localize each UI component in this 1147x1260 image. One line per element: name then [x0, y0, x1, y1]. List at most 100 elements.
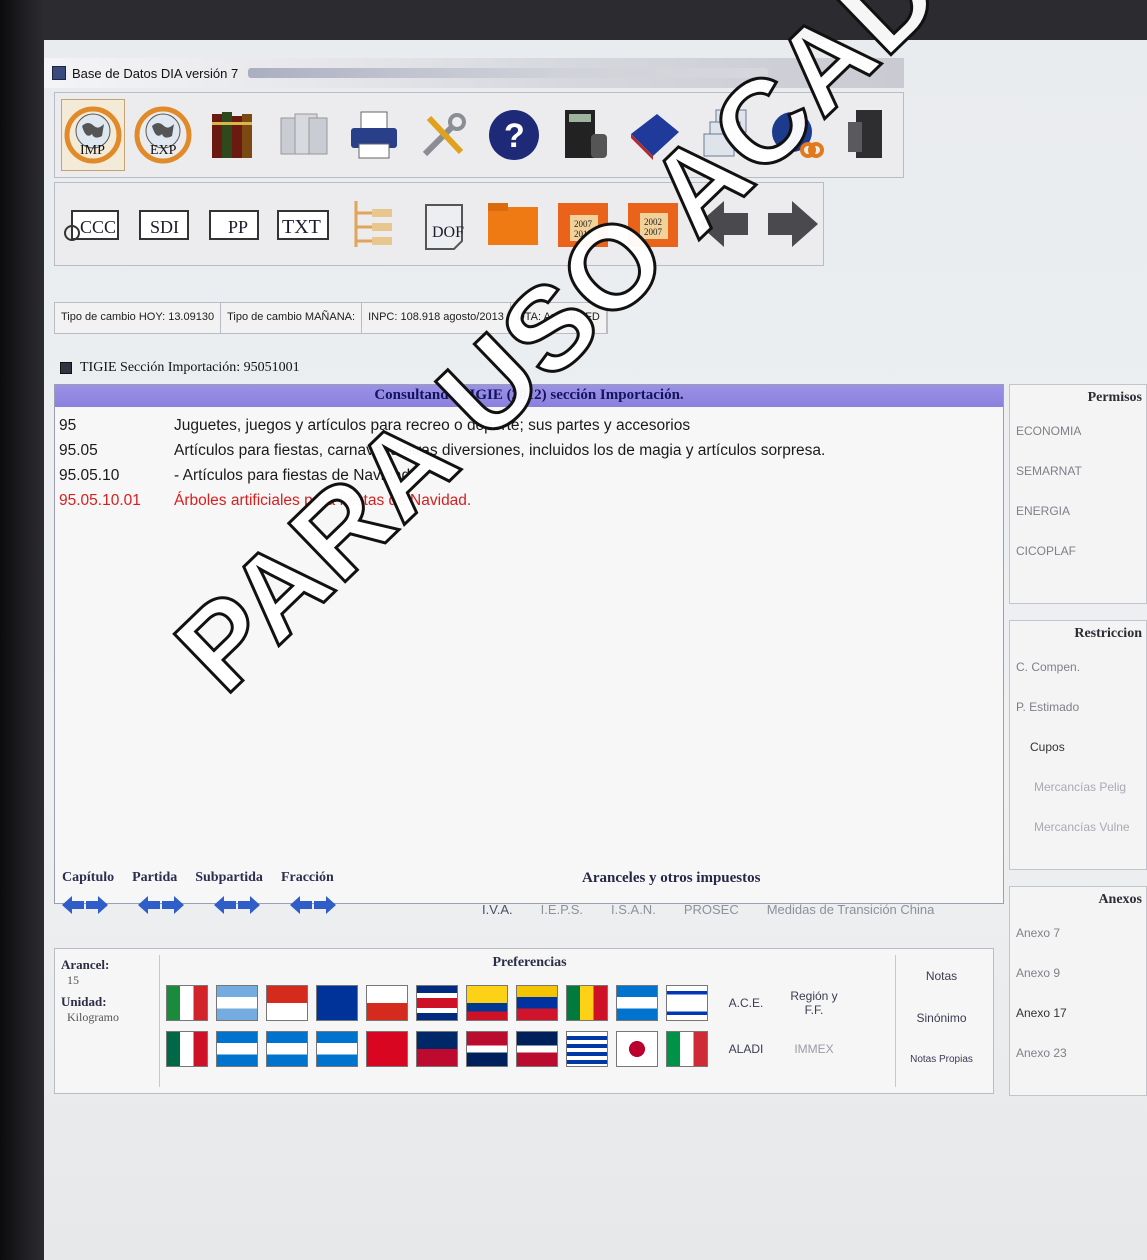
- sinonimo-button[interactable]: Sinónimo: [896, 997, 987, 1039]
- right-arrow-icon[interactable]: [86, 896, 108, 914]
- notas-propias-button[interactable]: Notas Propias: [896, 1039, 987, 1081]
- export-globe-icon: EXP: [134, 106, 192, 164]
- anexo-17[interactable]: Anexo 17: [1010, 993, 1146, 1033]
- notas-box: Notas Sinónimo Notas Propias: [895, 955, 987, 1087]
- flag-icon[interactable]: [516, 1031, 558, 1067]
- aladi-button[interactable]: ALADI: [716, 1042, 776, 1056]
- flag-icon[interactable]: [266, 1031, 308, 1067]
- flag-row-1: A.C.E. Región y F.F.: [160, 985, 899, 1021]
- restriccion-p-estimado[interactable]: P. Estimado: [1010, 687, 1146, 727]
- flag-icon[interactable]: [316, 985, 358, 1021]
- left-arrow-icon[interactable]: [290, 896, 312, 914]
- flag-icon[interactable]: [316, 1031, 358, 1067]
- sdi-button[interactable]: SDI: [131, 188, 195, 260]
- calculator-button[interactable]: [552, 99, 616, 171]
- app-icon: [52, 66, 66, 80]
- immex-button[interactable]: IMMEX: [784, 1042, 844, 1056]
- flag-icon[interactable]: [616, 1031, 658, 1067]
- flag-row-2: ALADI IMMEX: [160, 1031, 899, 1067]
- books-icon: [212, 112, 253, 158]
- region-ff-button[interactable]: Región y F.F.: [784, 989, 844, 1017]
- flag-icon[interactable]: [666, 985, 708, 1021]
- list-item-selected[interactable]: 95.05.10.01 Árboles artificiales para fi…: [59, 488, 1003, 513]
- printer-icon: [350, 111, 397, 159]
- import-button[interactable]: IMP: [61, 99, 126, 171]
- tools-button[interactable]: [412, 99, 476, 171]
- restriccion-mercancias-vulnerables[interactable]: Mercancías Vulne: [1010, 807, 1146, 847]
- tree-button[interactable]: [341, 188, 405, 260]
- flag-icon[interactable]: [366, 1031, 408, 1067]
- fraccion-arrows: [290, 896, 336, 914]
- permiso-cicoplaf[interactable]: CICOPLAF: [1010, 531, 1146, 571]
- ccc-button[interactable]: CCC: [61, 188, 125, 260]
- left-arrow-icon[interactable]: [138, 896, 160, 914]
- svg-text:?: ?: [504, 117, 525, 155]
- navigation-arrows: [62, 896, 336, 914]
- ace-button[interactable]: A.C.E.: [716, 996, 776, 1010]
- export-button[interactable]: EXP: [131, 99, 195, 171]
- flag-icon[interactable]: [616, 985, 658, 1021]
- window-icon: [60, 362, 72, 374]
- restriccion-cupos[interactable]: Cupos: [1010, 727, 1146, 767]
- flag-icon[interactable]: [566, 1031, 608, 1067]
- prosec-button[interactable]: PROSEC: [684, 902, 739, 917]
- permiso-economia[interactable]: ECONOMIA: [1010, 411, 1146, 451]
- documents-button[interactable]: [272, 99, 336, 171]
- anexo-7[interactable]: Anexo 7: [1010, 913, 1146, 953]
- navigation-panel: Capítulo Partida Subpartida Fracción Ara…: [62, 870, 1002, 940]
- anexos-panel: Anexos Anexo 7 Anexo 9 Anexo 17 Anexo 23: [1009, 886, 1147, 1096]
- flag-icon[interactable]: [416, 985, 458, 1021]
- ieps-button[interactable]: I.E.P.S.: [541, 902, 583, 917]
- list-item[interactable]: 95.05 Artículos para fiestas, carnaval u…: [59, 438, 1003, 463]
- flag-icon[interactable]: [166, 985, 208, 1021]
- help-button[interactable]: ?: [482, 99, 546, 171]
- svg-text:IMP: IMP: [80, 143, 105, 158]
- txt-button[interactable]: TXT: [271, 188, 335, 260]
- sdi-document-icon: SDI: [139, 210, 189, 240]
- flag-icon[interactable]: [216, 1031, 258, 1067]
- right-arrow-icon[interactable]: [238, 896, 260, 914]
- print-button[interactable]: [342, 99, 406, 171]
- flag-icon[interactable]: [466, 985, 508, 1021]
- help-icon: ?: [489, 110, 540, 160]
- flag-icon[interactable]: [466, 1031, 508, 1067]
- flag-icon[interactable]: [566, 985, 608, 1021]
- flag-icon[interactable]: [266, 985, 308, 1021]
- pp-document-icon: PP: [209, 210, 259, 240]
- tariff-code: 95: [59, 417, 77, 434]
- right-arrow-icon[interactable]: [162, 896, 184, 914]
- flag-icon[interactable]: [366, 985, 408, 1021]
- svg-text:SDI: SDI: [150, 217, 179, 237]
- svg-text:CCC: CCC: [80, 217, 116, 237]
- tools-icon: [422, 113, 466, 157]
- medidas-china-button[interactable]: Medidas de Transición China: [767, 902, 935, 917]
- tariff-code: 95.05: [59, 442, 98, 459]
- flag-icon[interactable]: [666, 1031, 708, 1067]
- capitulo-arrows: [62, 896, 108, 914]
- flag-icon[interactable]: [516, 985, 558, 1021]
- notas-button[interactable]: Notas: [896, 955, 987, 997]
- right-arrow-icon[interactable]: [314, 896, 336, 914]
- svg-text:EXP: EXP: [150, 143, 177, 158]
- left-arrow-icon[interactable]: [62, 896, 84, 914]
- library-button[interactable]: [201, 99, 265, 171]
- subpartida-arrows: [214, 896, 260, 914]
- pp-button[interactable]: PP: [201, 188, 265, 260]
- tree-icon: [354, 201, 392, 247]
- restriccion-mercancias-peligrosas[interactable]: Mercancías Pelig: [1010, 767, 1146, 807]
- anexo-23[interactable]: Anexo 23: [1010, 1033, 1146, 1073]
- left-arrow-icon[interactable]: [214, 896, 236, 914]
- flag-icon[interactable]: [216, 985, 258, 1021]
- permiso-energia[interactable]: ENERGIA: [1010, 491, 1146, 531]
- restriccion-c-compen[interactable]: C. Compen.: [1010, 647, 1146, 687]
- anexo-9[interactable]: Anexo 9: [1010, 953, 1146, 993]
- permisos-header: Permisos: [1087, 390, 1142, 405]
- isan-button[interactable]: I.S.A.N.: [611, 902, 656, 917]
- flag-icon[interactable]: [416, 1031, 458, 1067]
- iva-button[interactable]: I.V.A.: [482, 902, 513, 917]
- dof-button[interactable]: DOF: [411, 188, 475, 260]
- list-item[interactable]: 95.05.10 - Artículos para fiestas de Nav…: [59, 463, 1003, 488]
- permiso-semarnat[interactable]: SEMARNAT: [1010, 451, 1146, 491]
- restricciones-header: Restriccion: [1074, 626, 1142, 641]
- flag-icon[interactable]: [166, 1031, 208, 1067]
